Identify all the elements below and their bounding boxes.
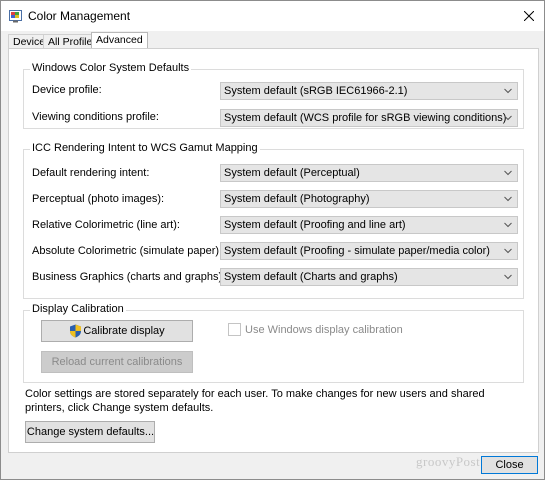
- relative-colorimetric-dropdown[interactable]: System default (Proofing and line art): [220, 216, 518, 234]
- chevron-down-icon: [504, 88, 512, 94]
- reload-calibrations-button[interactable]: Reload current calibrations: [41, 351, 193, 373]
- relative-colorimetric-label: Relative Colorimetric (line art):: [32, 219, 180, 231]
- absolute-colorimetric-dropdown[interactable]: System default (Proofing - simulate pape…: [220, 242, 518, 260]
- default-rendering-intent-dropdown[interactable]: System default (Perceptual): [220, 164, 518, 182]
- default-rendering-intent-label: Default rendering intent:: [32, 167, 150, 179]
- chevron-down-icon: [504, 170, 512, 176]
- close-button[interactable]: Close: [481, 456, 538, 474]
- group-title: ICC Rendering Intent to WCS Gamut Mappin…: [30, 142, 260, 154]
- chevron-down-icon: [504, 222, 512, 228]
- title-bar: Color Management: [1, 1, 544, 31]
- device-profile-label: Device profile:: [32, 84, 102, 96]
- business-graphics-label: Business Graphics (charts and graphs):: [32, 271, 226, 283]
- group-title: Windows Color System Defaults: [30, 62, 192, 74]
- change-system-defaults-button[interactable]: Change system defaults...: [25, 421, 155, 443]
- dropdown-value: System default (Charts and graphs): [224, 271, 398, 283]
- chevron-down-icon: [504, 115, 512, 121]
- viewing-conditions-label: Viewing conditions profile:: [32, 111, 159, 123]
- group-title: Display Calibration: [30, 303, 126, 315]
- chevron-down-icon: [504, 196, 512, 202]
- advanced-tab-panel: Windows Color System Defaults Device pro…: [8, 48, 539, 453]
- tab-advanced[interactable]: Advanced: [91, 32, 148, 49]
- color-management-window: Color Management Devices All Profiles Ad…: [0, 0, 545, 480]
- chevron-down-icon: [504, 248, 512, 254]
- dropdown-value: System default (Proofing - simulate pape…: [224, 245, 490, 257]
- info-text: Color settings are stored separately for…: [25, 388, 485, 414]
- viewing-conditions-dropdown[interactable]: System default (WCS profile for sRGB vie…: [220, 109, 518, 127]
- perceptual-label: Perceptual (photo images):: [32, 193, 165, 205]
- business-graphics-dropdown[interactable]: System default (Charts and graphs): [220, 268, 518, 286]
- button-label: Change system defaults...: [26, 426, 155, 438]
- window-title: Color Management: [28, 9, 131, 23]
- close-icon[interactable]: [514, 1, 544, 31]
- dropdown-value: System default (sRGB IEC61966-2.1): [224, 85, 408, 97]
- dropdown-value: System default (Proofing and line art): [224, 219, 406, 231]
- checkbox-label: Use Windows display calibration: [245, 323, 403, 336]
- button-label: Calibrate display: [83, 325, 165, 337]
- color-management-icon: [9, 10, 22, 23]
- dropdown-value: System default (WCS profile for sRGB vie…: [224, 112, 507, 124]
- perceptual-dropdown[interactable]: System default (Photography): [220, 190, 518, 208]
- absolute-colorimetric-label: Absolute Colorimetric (simulate paper):: [32, 245, 223, 257]
- calibrate-display-button[interactable]: Calibrate display: [41, 320, 193, 342]
- chevron-down-icon: [504, 274, 512, 280]
- button-label: Close: [495, 459, 524, 471]
- dropdown-value: System default (Perceptual): [224, 167, 360, 179]
- dropdown-value: System default (Photography): [224, 193, 370, 205]
- uac-shield-icon: [70, 324, 82, 338]
- checkbox-box: [228, 323, 241, 336]
- button-label: Reload current calibrations: [51, 356, 183, 368]
- use-windows-calibration-checkbox[interactable]: Use Windows display calibration: [228, 323, 403, 336]
- device-profile-dropdown[interactable]: System default (sRGB IEC61966-2.1): [220, 82, 518, 100]
